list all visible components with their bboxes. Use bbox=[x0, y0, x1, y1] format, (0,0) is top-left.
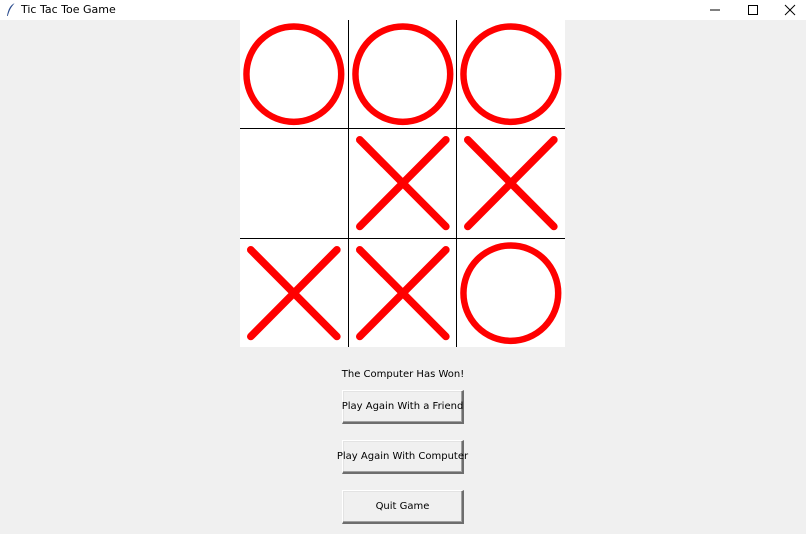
minimize-button[interactable] bbox=[697, 0, 734, 20]
x-mark-icon bbox=[246, 245, 341, 340]
board-cell-r3-c1[interactable] bbox=[240, 238, 348, 347]
o-mark-icon bbox=[460, 241, 562, 344]
close-button[interactable] bbox=[772, 0, 806, 20]
maximize-icon bbox=[748, 5, 758, 15]
maximize-button[interactable] bbox=[735, 0, 772, 20]
x-mark-icon bbox=[464, 136, 558, 231]
play-again-friend-button[interactable]: Play Again With a Friend bbox=[342, 390, 464, 424]
x-mark-icon bbox=[355, 245, 450, 340]
board-cell-r1-c3[interactable] bbox=[457, 20, 565, 129]
o-mark-icon bbox=[243, 23, 345, 126]
board-cell-r1-c1[interactable] bbox=[240, 20, 348, 129]
status-message: The Computer Has Won! bbox=[341, 369, 465, 380]
app-window: Tic Tac Toe Game The Computer Has Won! P… bbox=[0, 0, 806, 534]
feather-icon bbox=[5, 2, 17, 18]
board-cell-r3-c2[interactable] bbox=[348, 238, 457, 347]
close-icon bbox=[784, 4, 796, 16]
window-title: Tic Tac Toe Game bbox=[21, 3, 116, 16]
title-bar: Tic Tac Toe Game bbox=[0, 0, 806, 20]
o-mark-icon bbox=[351, 23, 454, 126]
board-cell-r1-c2[interactable] bbox=[348, 20, 457, 129]
board-cell-r2-c1[interactable] bbox=[240, 129, 348, 238]
board-cell-r2-c2[interactable] bbox=[348, 129, 457, 238]
quit-game-button[interactable]: Quit Game bbox=[342, 490, 464, 524]
play-again-computer-button[interactable]: Play Again With Computer bbox=[337, 440, 468, 474]
game-board bbox=[240, 20, 565, 347]
minimize-icon bbox=[710, 9, 720, 11]
board-cell-r3-c3[interactable] bbox=[457, 238, 565, 347]
o-mark-icon bbox=[460, 23, 562, 126]
x-mark-icon bbox=[355, 136, 450, 231]
board-cell-r2-c3[interactable] bbox=[457, 129, 565, 238]
